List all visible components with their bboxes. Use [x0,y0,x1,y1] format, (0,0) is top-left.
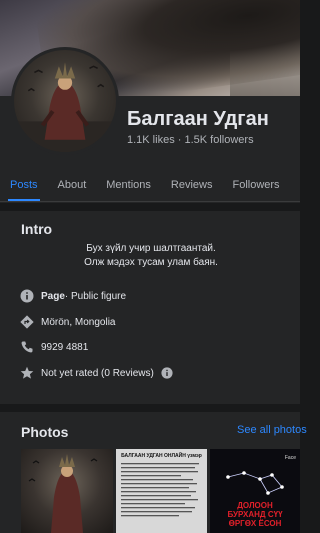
thumb2-title: БАЛГААН УДГАН ОНЛАЙН үзмэр [121,453,202,459]
thumb3-line-1: ДОЛООН [237,501,273,510]
section-divider [0,404,300,412]
directions-icon [20,315,34,329]
location-text: Mörön, Mongolia [41,316,116,328]
tab-photos[interactable]: Photos [290,168,301,201]
info-location[interactable]: Mörön, Mongolia [20,315,115,329]
photos-title: Photos [21,424,69,440]
stats-separator: · [177,134,185,146]
page-stats: 1.1K likes · 1.5K followers [127,134,254,146]
tab-about[interactable]: About [48,168,97,201]
intro-bio: Бух зүйл учир шалтгаантай. Олж мэдэх тус… [11,242,291,270]
avatar-shaman-figure [14,62,116,152]
rating-text: Not yet rated (0 Reviews) [41,367,154,379]
thumb-shaman-figure [28,454,98,533]
rating-info-icon[interactable] [160,366,174,380]
intro-title: Intro [21,221,53,237]
phone-icon [20,340,34,354]
thumb3-line-3: ӨРГӨХ ЁСОН [228,519,282,528]
category-value: · Public figure [64,290,127,302]
thumb2-text-lines [121,463,199,517]
info-phone[interactable]: 9929 4881 [20,340,88,354]
thumb3-caption: ДОЛООН БУРХАНД СҮҮ ӨРГӨХ ЁСОН [210,501,300,528]
photo-thumb-2[interactable]: БАЛГААН УДГАН ОНЛАЙН үзмэр [116,449,207,533]
thumb3-line-2: БУРХАНД СҮҮ [227,510,283,519]
photo-thumb-1[interactable] [21,449,113,533]
followers-count[interactable]: 1.5K followers [185,134,254,146]
thumb3-constellation [226,471,284,495]
bio-line-1: Бух зүйл учир шалтгаантай. [86,243,216,254]
info-rating: Not yet rated (0 Reviews) [20,366,174,380]
bio-line-2: Олж мэдэх тусам улам баян. [84,257,218,268]
profile-tabs: Posts About Mentions Reviews Followers P… [0,168,300,202]
category-label: Page [41,290,65,302]
info-icon [20,289,34,303]
tab-mentions[interactable]: Mentions [96,168,161,201]
info-category: Page · Public figure [20,289,126,303]
see-all-photos-link[interactable]: See all photos [237,424,307,436]
avatar[interactable] [11,47,119,155]
tab-posts[interactable]: Posts [0,168,48,201]
tab-followers[interactable]: Followers [222,168,289,201]
likes-count[interactable]: 1.1K likes [127,134,175,146]
tab-reviews[interactable]: Reviews [161,168,223,201]
photo-thumb-3[interactable]: Face ДОЛООН БУРХАНД СҮҮ ӨРГӨХ ЁСОН [210,449,300,533]
page-name: Балгаан Удган [127,108,269,130]
star-icon [20,366,34,380]
section-divider [0,203,300,211]
phone-text: 9929 4881 [41,341,89,353]
